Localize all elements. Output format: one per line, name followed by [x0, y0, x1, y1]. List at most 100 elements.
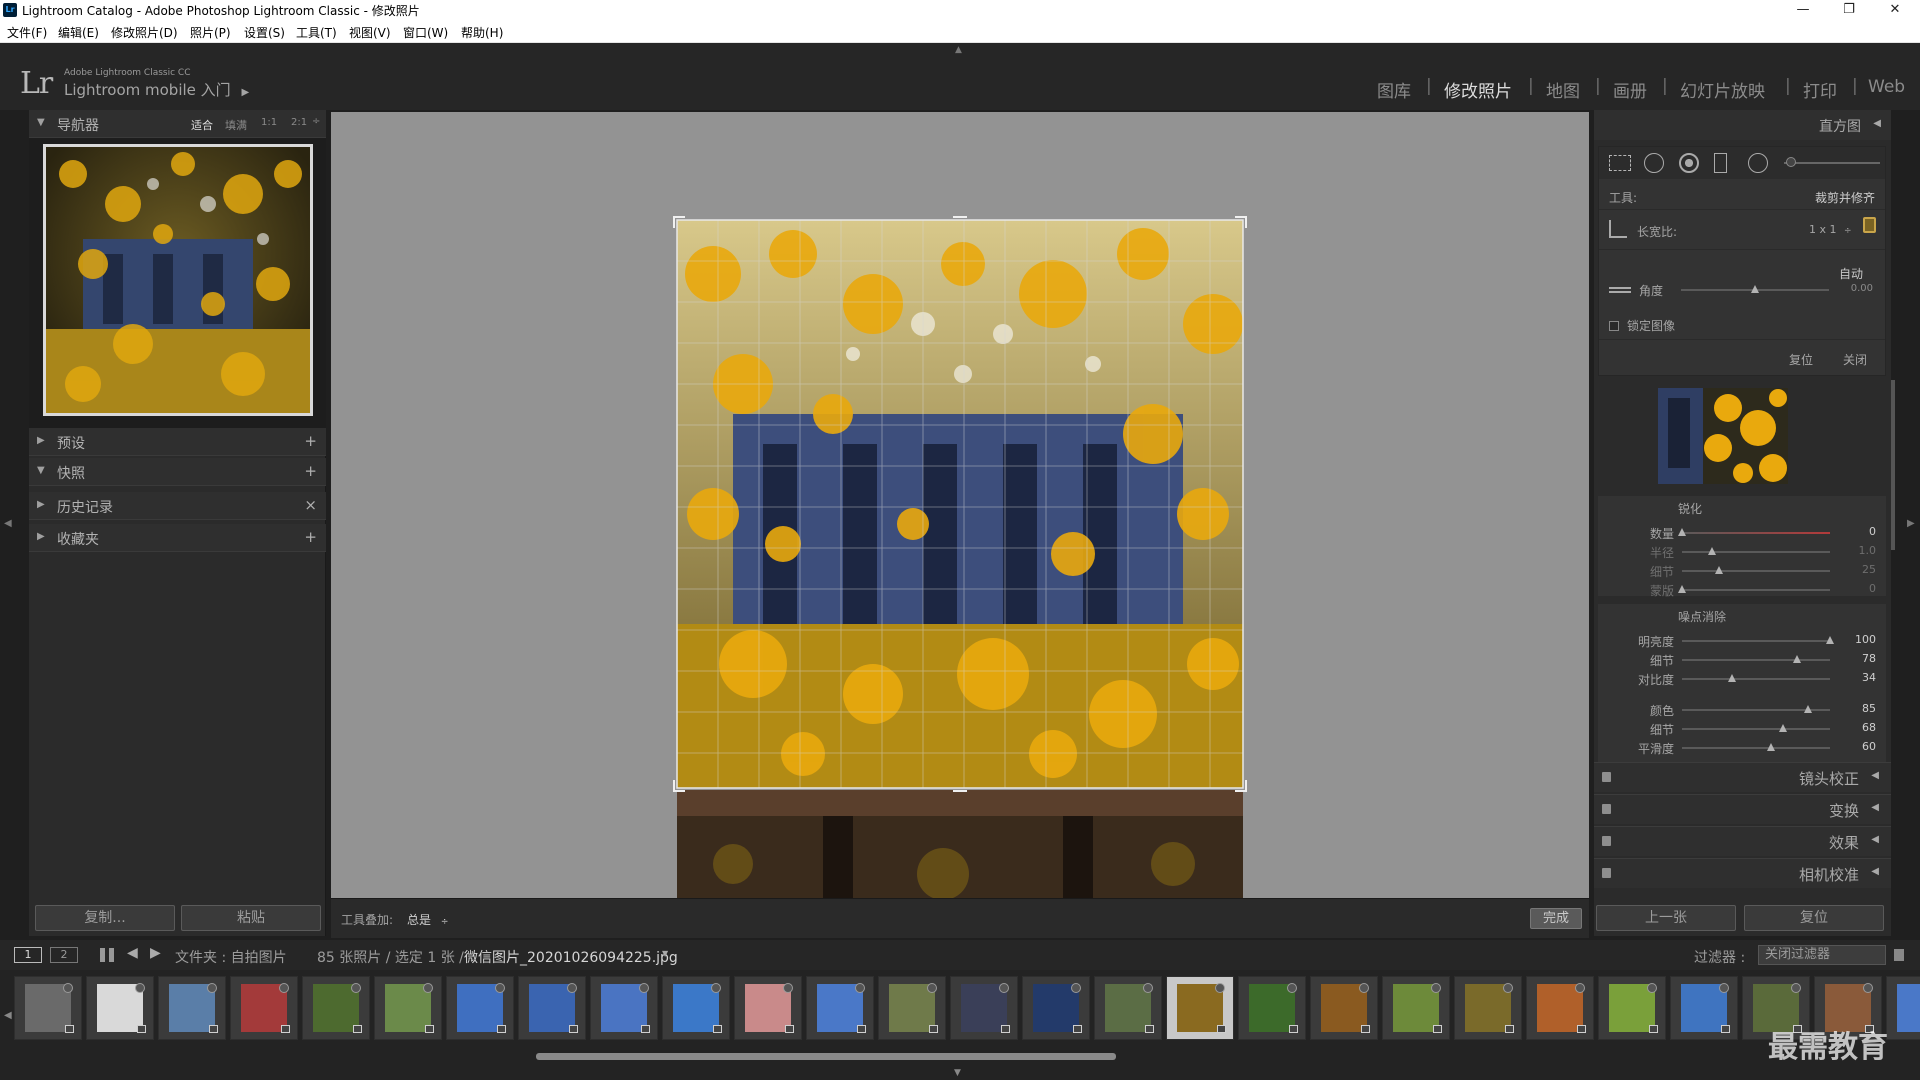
constrain-checkbox[interactable]	[1609, 321, 1619, 331]
noise-slider-thumb[interactable]	[1778, 724, 1787, 732]
filmstrip-thumbnail[interactable]	[86, 976, 154, 1040]
snapshots-header[interactable]: ▼ 快照 +	[29, 458, 326, 486]
secondary-window-button[interactable]: 2	[50, 947, 78, 963]
filmstrip-thumbnail[interactable]	[590, 976, 658, 1040]
quick-collection-icon[interactable]	[1719, 983, 1729, 993]
crop-reset-button[interactable]: 复位	[1789, 351, 1813, 368]
filmstrip-thumbnail[interactable]	[734, 976, 802, 1040]
noise-slider-thumb[interactable]	[1766, 743, 1775, 751]
filmstrip-thumbnail[interactable]	[950, 976, 1018, 1040]
quick-collection-icon[interactable]	[783, 983, 793, 993]
sharpening-slider-track[interactable]	[1682, 551, 1830, 553]
auto-straighten-button[interactable]: 自动	[1839, 265, 1863, 282]
filmstrip-thumbnail[interactable]	[1094, 976, 1162, 1040]
noise-slider-value[interactable]: 34	[1842, 671, 1876, 684]
quick-collection-icon[interactable]	[711, 983, 721, 993]
effects-header[interactable]: 效果 ◀	[1594, 826, 1891, 856]
quick-collection-icon[interactable]	[567, 983, 577, 993]
zoom-menu-icon[interactable]: ÷	[312, 116, 320, 127]
zoom-2-1[interactable]: 2:1	[291, 117, 307, 128]
quick-collection-icon[interactable]	[1503, 983, 1513, 993]
lock-icon[interactable]	[1863, 217, 1876, 233]
sharpening-slider-value[interactable]: 0	[1842, 582, 1876, 595]
navigator-header[interactable]: ▼ 导航器 适合 填满 1:1 2:1 ÷	[29, 110, 326, 138]
filmstrip-thumbnail[interactable]	[1382, 976, 1450, 1040]
noise-slider-track[interactable]	[1682, 659, 1830, 661]
sharpening-slider-value[interactable]: 1.0	[1842, 544, 1877, 557]
filmstrip-left-arrow-icon[interactable]: ◀	[4, 1010, 12, 1021]
clear-history-icon[interactable]: ×	[304, 496, 317, 514]
collapse-bottom-icon[interactable]: ▼	[954, 1068, 961, 1078]
panel-switch-icon[interactable]	[1602, 868, 1611, 878]
module-library[interactable]: 图库	[1377, 77, 1411, 102]
filmstrip-thumbnail[interactable]	[1310, 976, 1378, 1040]
noise-slider-thumb[interactable]	[1793, 655, 1802, 663]
done-button[interactable]: 完成	[1530, 908, 1582, 929]
maximize-button[interactable]: ❐	[1826, 0, 1872, 20]
zoom-fit[interactable]: 适合	[191, 117, 213, 133]
panel-switch-icon[interactable]	[1602, 836, 1611, 846]
noise-slider-track[interactable]	[1682, 640, 1830, 642]
sharpening-slider-track[interactable]	[1682, 532, 1830, 534]
filmstrip-thumbnail[interactable]	[1454, 976, 1522, 1040]
menu-edit[interactable]: 编辑(E)	[58, 24, 99, 41]
noise-slider-value[interactable]: 78	[1842, 652, 1876, 665]
straighten-tool-icon[interactable]	[1609, 287, 1631, 293]
module-develop[interactable]: 修改照片	[1444, 77, 1512, 102]
menu-develop[interactable]: 修改照片(D)	[111, 24, 178, 41]
add-preset-icon[interactable]: +	[304, 432, 317, 450]
filmstrip-thumbnail[interactable]	[1526, 976, 1594, 1040]
quick-collection-icon[interactable]	[423, 983, 433, 993]
camera-calibration-header[interactable]: 相机校准 ◀	[1594, 858, 1891, 888]
noise-slider-value[interactable]: 85	[1842, 702, 1876, 715]
filmstrip-thumbnail[interactable]	[806, 976, 874, 1040]
quick-collection-icon[interactable]	[351, 983, 361, 993]
filmstrip-thumbnail[interactable]	[518, 976, 586, 1040]
filmstrip-thumbnail[interactable]	[1166, 976, 1234, 1040]
crop-frame-icon[interactable]	[1609, 220, 1627, 238]
primary-window-button[interactable]: 1	[14, 947, 42, 963]
crop-close-button[interactable]: 关闭	[1843, 351, 1867, 368]
module-book[interactable]: 画册	[1613, 77, 1647, 102]
graduated-filter-icon[interactable]	[1714, 153, 1727, 173]
right-panel-toggle-icon[interactable]: ▶	[1907, 518, 1915, 529]
lens-corrections-header[interactable]: 镜头校正 ◀	[1594, 762, 1891, 792]
noise-slider-thumb[interactable]	[1728, 674, 1737, 682]
filmstrip-thumbnail[interactable]	[662, 976, 730, 1040]
mobile-sync-label[interactable]: Lightroom mobile 入门 ▶	[64, 79, 249, 100]
quick-collection-icon[interactable]	[999, 983, 1009, 993]
menu-view[interactable]: 视图(V)	[349, 24, 391, 41]
filmstrip-thumbnail[interactable]	[1022, 976, 1090, 1040]
reset-button[interactable]: 复位	[1744, 905, 1884, 931]
filmstrip-source[interactable]: 文件夹 : 自拍图片	[175, 947, 287, 967]
menu-tools[interactable]: 工具(T)	[296, 24, 337, 41]
menu-file[interactable]: 文件(F)	[7, 24, 47, 41]
filter-select[interactable]: 关闭过滤器	[1758, 945, 1886, 965]
filmstrip-thumbnail[interactable]	[878, 976, 946, 1040]
filmstrip-thumbnail[interactable]	[1238, 976, 1306, 1040]
filmstrip-thumbnail[interactable]	[14, 976, 82, 1040]
filter-lock-icon[interactable]	[1894, 949, 1904, 961]
filmstrip-scrollbar[interactable]	[536, 1053, 1116, 1060]
module-slideshow[interactable]: 幻灯片放映	[1680, 77, 1765, 102]
noise-slider-track[interactable]	[1682, 728, 1830, 730]
transform-header[interactable]: 变换 ◀	[1594, 794, 1891, 824]
panel-switch-icon[interactable]	[1602, 804, 1611, 814]
noise-slider-thumb[interactable]	[1826, 636, 1834, 644]
angle-slider-thumb[interactable]	[1751, 285, 1759, 293]
detail-preview-image[interactable]	[1658, 388, 1788, 484]
filmstrip-thumbnail[interactable]	[374, 976, 442, 1040]
crop-overlay-tool-icon[interactable]	[1609, 155, 1631, 171]
quick-collection-icon[interactable]	[855, 983, 865, 993]
sharpening-slider-thumb[interactable]	[1715, 566, 1723, 574]
zoom-1-1[interactable]: 1:1	[261, 117, 277, 128]
sharpening-slider-value[interactable]: 25	[1842, 563, 1876, 576]
module-web[interactable]: Web	[1868, 77, 1905, 97]
add-collection-icon[interactable]: +	[304, 528, 317, 546]
quick-collection-icon[interactable]	[1575, 983, 1585, 993]
radial-filter-icon[interactable]	[1748, 153, 1768, 173]
filmstrip-thumbnail[interactable]	[446, 976, 514, 1040]
quick-collection-icon[interactable]	[1359, 983, 1369, 993]
menu-help[interactable]: 帮助(H)	[461, 24, 503, 41]
menu-photo[interactable]: 照片(P)	[190, 24, 231, 41]
